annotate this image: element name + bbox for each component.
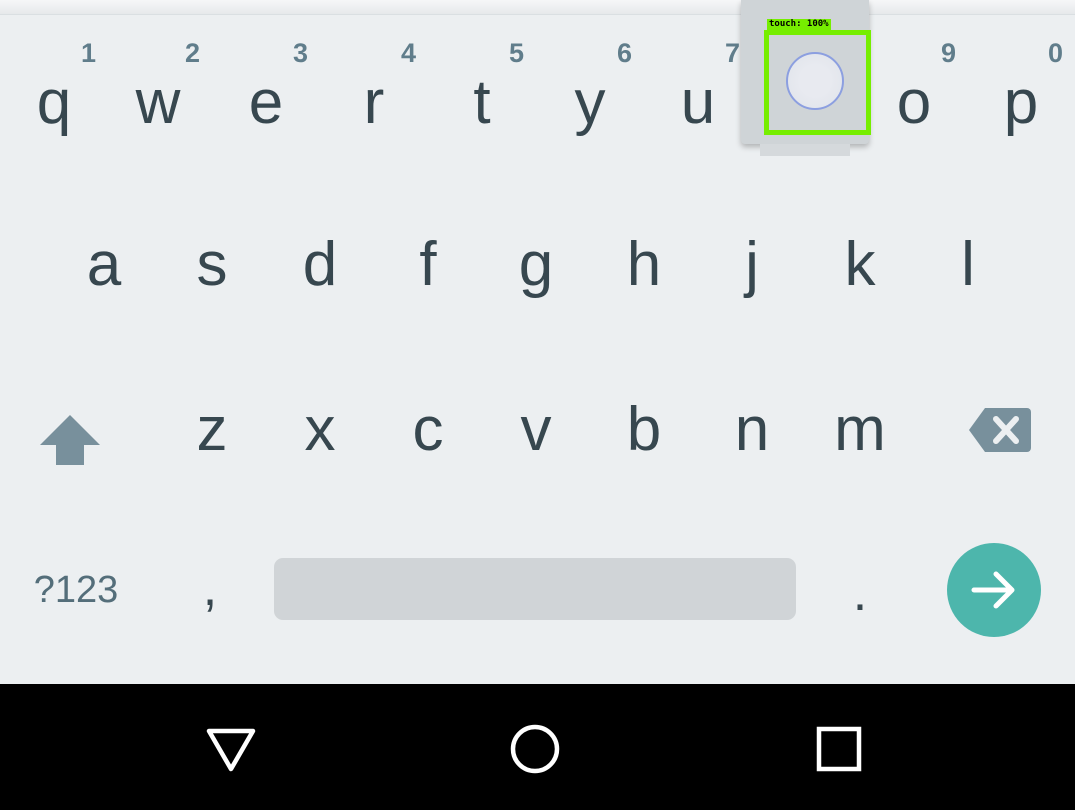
key-letter: x [304, 395, 336, 464]
soft-keyboard: 1 q 2 w 3 e 4 r 5 t 6 y 7 u 9 o 0 p a s … [0, 0, 1075, 684]
key-letter: j [745, 230, 759, 299]
key-letter: p [1003, 68, 1039, 137]
key-hint: 7 [724, 38, 740, 68]
arrow-right-icon [971, 571, 1015, 609]
key-hint: 4 [400, 38, 416, 68]
period-key[interactable]: . [810, 540, 910, 640]
key-r[interactable]: 4 r [320, 40, 428, 150]
key-x[interactable]: x [266, 370, 374, 490]
back-triangle-icon [206, 728, 256, 772]
key-letter: m [834, 395, 886, 464]
enter-button-circle [947, 543, 1041, 637]
key-c[interactable]: c [374, 370, 482, 490]
key-letter: c [412, 395, 444, 464]
key-letter: f [419, 230, 437, 299]
key-b[interactable]: b [590, 370, 698, 490]
key-hint: 3 [292, 38, 308, 68]
key-letter: t [473, 68, 491, 137]
nav-home-button[interactable] [500, 714, 570, 784]
screen: 1 q 2 w 3 e 4 r 5 t 6 y 7 u 9 o 0 p a s … [0, 0, 1075, 810]
key-l[interactable]: l [914, 205, 1022, 325]
key-letter: q [36, 68, 72, 137]
key-w[interactable]: 2 w [104, 40, 212, 150]
key-s[interactable]: s [158, 205, 266, 325]
key-preview-base [760, 144, 850, 156]
key-z[interactable]: z [158, 370, 266, 490]
key-letter: u [680, 68, 716, 137]
comma-label: , [202, 559, 218, 617]
key-letter: a [86, 230, 122, 299]
space-bar[interactable] [274, 558, 796, 620]
touch-detection-label: touch: 100% [767, 19, 831, 30]
key-letter: v [520, 395, 552, 464]
keyboard-top-edge [0, 0, 1075, 15]
key-letter: b [626, 395, 662, 464]
enter-key[interactable] [946, 543, 1042, 637]
key-u[interactable]: 7 u [644, 40, 752, 150]
key-hint: 2 [184, 38, 200, 68]
key-letter: z [196, 395, 228, 464]
symbols-label: ?123 [33, 568, 119, 611]
key-hint: 5 [508, 38, 524, 68]
key-v[interactable]: v [482, 370, 590, 490]
key-f[interactable]: f [374, 205, 482, 325]
key-q[interactable]: 1 q [0, 40, 108, 150]
key-hint: 0 [1047, 38, 1063, 68]
key-p[interactable]: 0 p [967, 40, 1075, 150]
key-letter: r [363, 68, 385, 137]
key-hint: 6 [616, 38, 632, 68]
key-letter: d [302, 230, 338, 299]
key-hint: 1 [80, 38, 96, 68]
key-letter: l [961, 230, 975, 299]
key-letter: h [626, 230, 662, 299]
key-d[interactable]: d [266, 205, 374, 325]
key-t[interactable]: 5 t [428, 40, 536, 150]
navigation-bar [0, 684, 1075, 810]
backspace-key[interactable] [946, 370, 1054, 490]
key-a[interactable]: a [50, 205, 158, 325]
key-letter: k [844, 230, 876, 299]
key-letter: o [896, 68, 932, 137]
shift-arrow-icon [40, 415, 100, 465]
key-j[interactable]: j [698, 205, 806, 325]
nav-back-button[interactable] [196, 714, 266, 784]
key-letter: w [135, 68, 181, 137]
backspace-icon [969, 408, 1031, 452]
key-letter: s [196, 230, 228, 299]
home-circle-icon [510, 724, 560, 774]
key-n[interactable]: n [698, 370, 806, 490]
key-e[interactable]: 3 e [212, 40, 320, 150]
key-h[interactable]: h [590, 205, 698, 325]
key-letter: g [518, 230, 554, 299]
key-hint: 9 [940, 38, 956, 68]
recents-square-icon [816, 726, 862, 772]
shift-key[interactable] [16, 370, 124, 490]
comma-key[interactable]: , [160, 540, 260, 640]
nav-recents-button[interactable] [804, 714, 874, 784]
key-letter: n [734, 395, 770, 464]
key-letter: e [248, 68, 284, 137]
key-y[interactable]: 6 y [536, 40, 644, 150]
symbols-key[interactable]: ?123 [16, 540, 136, 640]
key-m[interactable]: m [806, 370, 914, 490]
touch-detection-box [764, 30, 871, 135]
key-g[interactable]: g [482, 205, 590, 325]
key-o[interactable]: 9 o [860, 40, 968, 150]
key-letter: y [574, 68, 606, 137]
period-label: . [852, 564, 868, 622]
key-k[interactable]: k [806, 205, 914, 325]
